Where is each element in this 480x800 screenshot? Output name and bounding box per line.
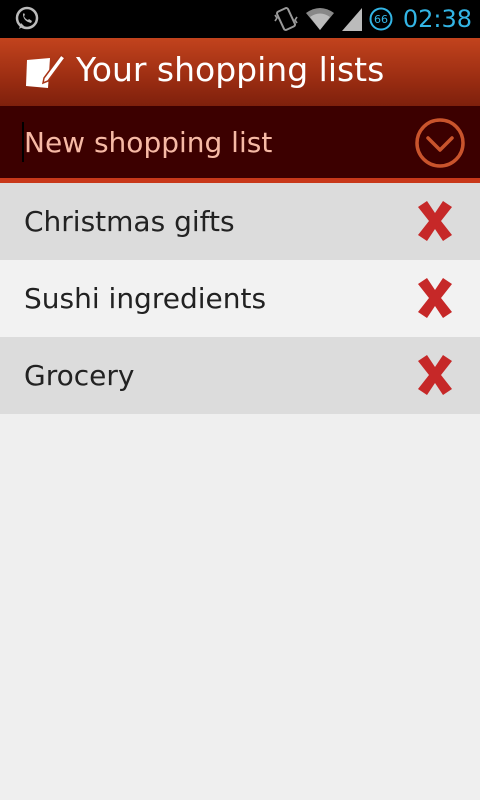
delete-icon[interactable] [412, 352, 458, 398]
delete-icon[interactable] [412, 198, 458, 244]
svg-text:66: 66 [374, 13, 388, 26]
list-item[interactable]: Christmas gifts [0, 183, 480, 260]
add-list-button[interactable] [414, 117, 466, 169]
list-item-name: Grocery [24, 359, 135, 392]
clock: 02:38 [402, 5, 472, 33]
delete-icon[interactable] [412, 275, 458, 321]
page-title: Your shopping lists [76, 50, 385, 89]
vibrate-icon [273, 5, 299, 33]
list-item-name: Christmas gifts [24, 205, 235, 238]
list-item[interactable]: Grocery [0, 337, 480, 414]
action-bar: Your shopping lists [0, 38, 480, 106]
wifi-icon [305, 7, 335, 31]
chevron-down-circle-icon [414, 118, 466, 173]
list-item[interactable]: Sushi ingredients [0, 260, 480, 337]
signal-icon [341, 6, 363, 32]
new-list-bar [0, 106, 480, 178]
battery-icon: 66 [369, 7, 393, 31]
list-item-name: Sushi ingredients [24, 282, 267, 315]
note-icon [24, 52, 67, 92]
shopping-lists: Christmas gifts Sushi ingredients Grocer… [0, 183, 480, 414]
new-list-input[interactable] [24, 120, 394, 164]
status-bar: 66 02:38 [0, 0, 480, 38]
whatsapp-icon [14, 6, 40, 32]
